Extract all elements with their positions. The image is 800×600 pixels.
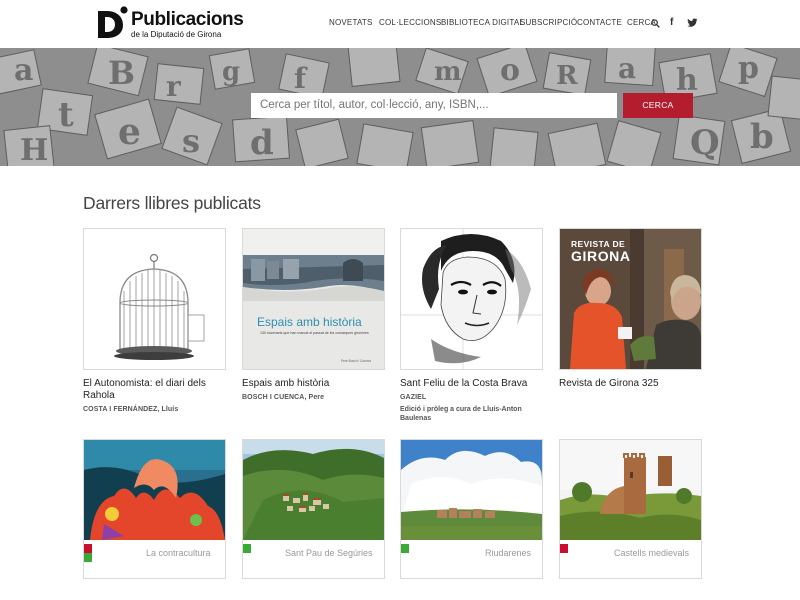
search-icon[interactable] [651, 19, 660, 28]
book-title[interactable]: Espais amb història [242, 378, 392, 390]
nav-biblioteca-digital[interactable]: BIBLIOTECA DIGITAL [441, 17, 524, 29]
logo-subtitle: de la Diputació de Girona [131, 30, 222, 39]
site-header: Publicacions de la Diputació de Girona N… [0, 0, 800, 48]
nav-subscripcio[interactable]: SUBSCRIPCIÓ [520, 17, 577, 29]
search-input[interactable] [251, 93, 617, 118]
cover-title: Riudarenes [485, 548, 532, 558]
svg-text:p: p [738, 51, 759, 86]
cover-footer: Pere Bosch i Cuenca [341, 359, 371, 363]
section-title: Darrers llibres publicats [83, 193, 261, 213]
nav-contacte[interactable]: CONTACTE [577, 17, 622, 29]
book-author[interactable]: COSTA I FERNÁNDEZ, Lluís [83, 405, 178, 414]
svg-text:o: o [500, 53, 520, 88]
cover-title: Castells medievals [614, 548, 690, 558]
logo-title: Publicacions [131, 9, 244, 30]
svg-text:e: e [118, 111, 141, 153]
svg-text:r: r [166, 70, 182, 103]
nav-novetats[interactable]: NOVETATS [329, 17, 373, 29]
book-title[interactable]: Sant Feliu de la Costa Brava [400, 378, 550, 390]
book-cover[interactable]: Espais amb història 130 escenaris que ha… [242, 228, 385, 370]
svg-text:R: R [556, 61, 578, 91]
svg-text:a: a [14, 53, 33, 88]
svg-text:g: g [222, 57, 240, 87]
book-author[interactable]: GAZIEL [400, 393, 426, 402]
book-title[interactable]: El Autonomista: el diari dels Rahola [83, 378, 233, 402]
book-cover[interactable]: Riudarenes [400, 439, 543, 579]
logo-d-icon [98, 6, 128, 38]
svg-text:s: s [182, 122, 200, 160]
svg-text:B: B [108, 54, 135, 92]
svg-text:a: a [618, 52, 636, 85]
cover-title-line2: GIRONA [571, 248, 631, 264]
svg-text:m: m [434, 57, 462, 87]
hero-banner: a t H B e r s g d f m o R a h Q p b CERC… [0, 48, 800, 166]
cover-title: Espais amb història [257, 315, 362, 329]
birdcage-cover-image [84, 229, 225, 369]
book-editor-note: Edició i pròleg a cura de Lluís-Anton Ba… [400, 406, 522, 422]
book-author[interactable]: BOSCH I CUENCA, Pere [242, 393, 324, 402]
book-cover[interactable] [400, 228, 543, 370]
site-logo[interactable]: Publicacions de la Diputació de Girona [97, 5, 244, 39]
book-cover[interactable]: Castells medievals [559, 439, 702, 579]
svg-text:b: b [750, 117, 774, 157]
book-title[interactable]: Revista de Girona 325 [559, 378, 709, 390]
facebook-icon[interactable]: f [670, 16, 678, 30]
book-cover[interactable]: REVISTA DE GIRONA [559, 228, 702, 370]
portrait-cover-image [401, 229, 542, 369]
espais-cover-image [243, 229, 384, 369]
search-button[interactable]: CERCA [623, 93, 693, 118]
svg-text:H: H [20, 133, 48, 166]
cover-subtitle: 130 escenaris que han marcat el passat d… [260, 331, 369, 335]
book-cover[interactable]: Sant Pau de Segúries [242, 439, 385, 579]
book-cover[interactable]: La contracultura [83, 439, 226, 579]
twitter-icon[interactable] [687, 18, 698, 28]
svg-text:t: t [58, 95, 74, 135]
svg-text:f: f [294, 62, 308, 95]
cover-title: La contracultura [146, 548, 211, 558]
book-cover[interactable] [83, 228, 226, 370]
nav-colleccions[interactable]: COL·LECCIONS [379, 17, 441, 29]
svg-text:d: d [250, 123, 274, 163]
cover-title: Sant Pau de Segúries [285, 548, 373, 558]
svg-text:Q: Q [690, 123, 720, 163]
